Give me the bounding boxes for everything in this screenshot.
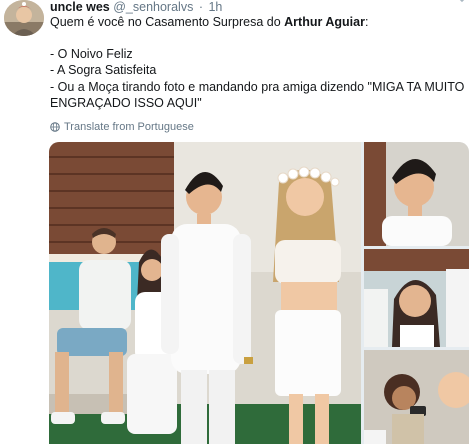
- tweet-line-1: Quem é você no Casamento Surpresa do Art…: [50, 15, 369, 29]
- chevron-down-icon[interactable]: [455, 0, 469, 6]
- translate-label: Translate from Portuguese: [64, 121, 194, 133]
- globe-icon: [50, 122, 60, 132]
- user-handle[interactable]: @_senhoralvs: [113, 0, 193, 14]
- separator-dot: ·: [198, 0, 203, 14]
- tweet-header: uncle wes @_senhoralvs · 1h: [50, 0, 222, 14]
- mention-bold: Arthur Aguiar: [284, 15, 365, 29]
- translate-link[interactable]: Translate from Portuguese: [50, 120, 194, 134]
- display-name[interactable]: uncle wes: [50, 0, 110, 14]
- mother-closeup[interactable]: [364, 249, 469, 347]
- list-item: - Ou a Moça tirando foto e mandando pra …: [50, 79, 465, 94]
- timestamp[interactable]: 1h: [208, 0, 222, 14]
- list-item: - A Sogra Satisfeita: [50, 63, 157, 77]
- list-item: ENGRAÇADO ISSO AQUI": [50, 96, 202, 110]
- groom-closeup[interactable]: [364, 142, 469, 246]
- media-grid: [49, 142, 469, 444]
- main-photo[interactable]: [49, 142, 361, 444]
- avatar[interactable]: [4, 0, 44, 36]
- tweet[interactable]: uncle wes @_senhoralvs · 1h Quem é você …: [0, 0, 474, 444]
- tweet-text: Quem é você no Casamento Surpresa do Art…: [50, 14, 470, 112]
- list-item: - O Noivo Feliz: [50, 46, 133, 61]
- woman-photographing-closeup[interactable]: [364, 350, 469, 444]
